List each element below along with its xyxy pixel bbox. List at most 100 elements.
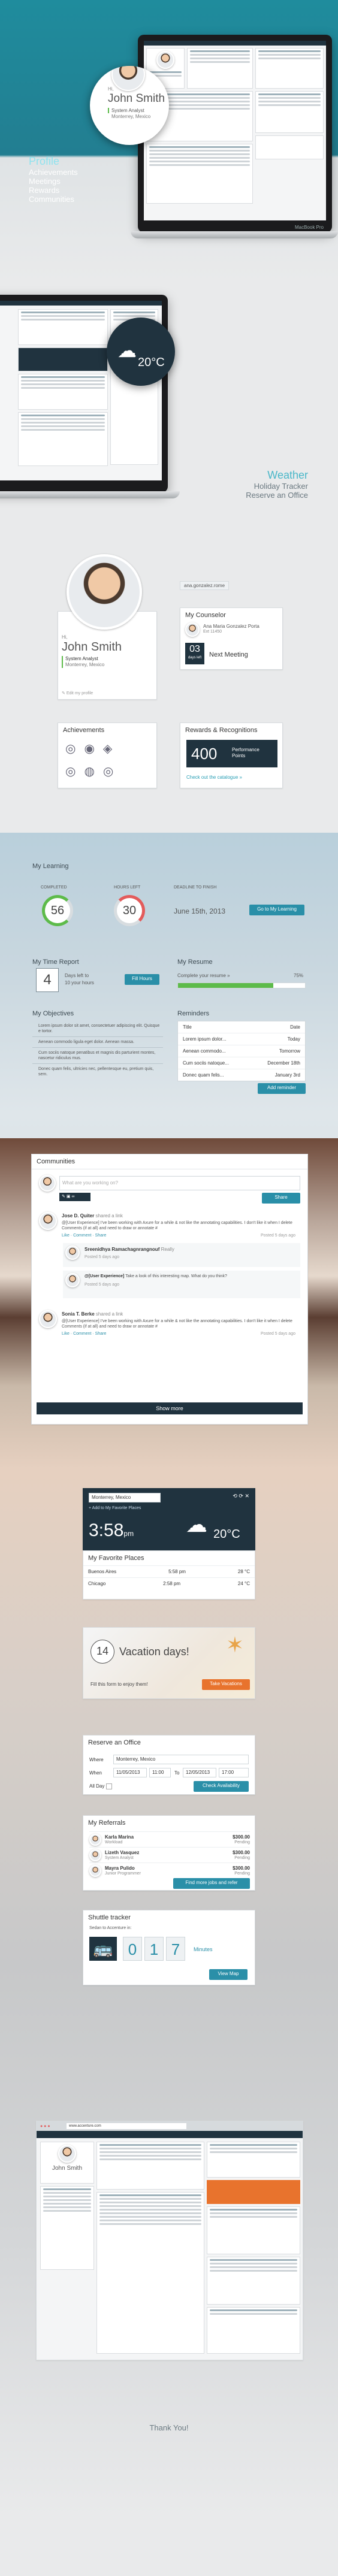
find-jobs-button[interactable]: Find more jobs and refer: [173, 1878, 250, 1889]
reminder-title: Donec quam felis...: [183, 1072, 224, 1078]
avatar: [89, 1849, 101, 1861]
points-label: Performance Points: [232, 747, 259, 758]
like-button[interactable]: Like: [62, 1332, 70, 1336]
avatar: [89, 1865, 101, 1877]
catalogue-link[interactable]: Check out the catalogue »: [186, 775, 242, 780]
objective-item[interactable]: Cum sociis natoque penatibus et magnis d…: [32, 1048, 163, 1064]
medal-icon[interactable]: ◉: [84, 742, 102, 755]
referral-row[interactable]: Karla Marina Workload $300.00 Pending: [89, 1831, 250, 1847]
resume-label[interactable]: Complete your resume »: [177, 973, 230, 978]
link-icon[interactable]: ∞: [71, 1195, 74, 1199]
share-button[interactable]: Share: [262, 1193, 300, 1204]
browser-url[interactable]: www.accenture.com: [67, 2123, 186, 2129]
check-availability-button[interactable]: Check Availability: [194, 1781, 249, 1792]
edit-profile-link[interactable]: ✎ Edit my profile: [62, 691, 93, 696]
objective-item[interactable]: Aenean commodo ligula eget dolor. Aenean…: [32, 1037, 163, 1048]
objective-item[interactable]: Donec quam felis, ultricies nec, pellent…: [32, 1064, 163, 1080]
image-icon[interactable]: ▣: [67, 1195, 71, 1199]
medal-icon[interactable]: ◈: [103, 742, 120, 755]
resume-percent: 75%: [294, 973, 304, 978]
starfish-icon: ✶: [225, 1632, 244, 1657]
medal-icon[interactable]: ◍: [84, 765, 102, 778]
reply-action: Really: [161, 1247, 174, 1252]
office-title: Reserve an Office: [88, 1739, 141, 1746]
weather-ampm: pm: [123, 1529, 134, 1538]
medal-icon[interactable]: ◎: [65, 742, 84, 755]
medal-icon[interactable]: ◎: [103, 765, 122, 778]
add-favorite-link[interactable]: + Add to My Favorite Places: [89, 1506, 141, 1510]
hours-ring: 30: [114, 895, 145, 926]
referral-row[interactable]: Mayra Pulido Junior Programmer $300.00 P…: [89, 1863, 250, 1878]
browser-profile: John Smith: [40, 2142, 94, 2184]
vacation-fill-text: Fill this form to enjoy them!: [90, 1682, 148, 1687]
reply-meta: Posted 5 days ago: [84, 1283, 119, 1287]
learning-title: My Learning: [32, 863, 69, 870]
resume-progress: [177, 982, 306, 988]
communities-card: Communities What are you working on? ✎ ▣…: [31, 1154, 308, 1425]
weather-nav-icons[interactable]: ⟲ ⟳ ✕: [233, 1493, 249, 1499]
place-time: 5:58 pm: [168, 1569, 186, 1574]
referral-amount: $300.00: [233, 1866, 250, 1871]
location-select[interactable]: Monterrey, Mexico: [89, 1493, 161, 1502]
window-controls[interactable]: ● ● ●: [40, 2124, 50, 2128]
reminder-date: January 3rd: [274, 1072, 300, 1078]
reply-author[interactable]: Sreenidhya Ramachagnrangnouf: [84, 1247, 159, 1252]
share-link[interactable]: Share: [95, 1332, 107, 1336]
take-vacations-button[interactable]: Take Vacations: [202, 1679, 250, 1690]
where-select[interactable]: Monterrey, Mexico: [113, 1755, 249, 1764]
resume-title: My Resume: [177, 959, 213, 966]
referral-row[interactable]: Lizeth Vasquez System Analyst $300.00 Pe…: [89, 1847, 250, 1863]
medal-icon[interactable]: ◎: [65, 765, 84, 778]
share-link[interactable]: Share: [95, 1233, 107, 1238]
allday-toggle[interactable]: All Day: [89, 1783, 112, 1789]
email-tab[interactable]: ana.gonzalez.rome: [180, 581, 230, 590]
view-map-button[interactable]: View Map: [209, 1969, 248, 1980]
profile-card: Hi, John Smith System Analyst Monterrey,…: [58, 554, 157, 700]
shuttle-title: Shuttle tracker: [88, 1914, 131, 1921]
post-input[interactable]: What are you working on?: [59, 1176, 300, 1190]
laptop-brand: MacBook Pro: [294, 225, 324, 230]
referral-name: Mayra Pulido: [105, 1866, 135, 1871]
reminder-row[interactable]: Cum sociis natoque... December 18th: [178, 1057, 305, 1069]
screen-topbar: [144, 41, 326, 46]
rewards-title: Rewards & Recognitions: [185, 727, 258, 734]
objective-item[interactable]: Lorem ipsum dolor sit amet, consectetuer…: [32, 1021, 163, 1037]
reminder-row[interactable]: Donec quam felis... January 3rd: [178, 1069, 305, 1081]
reply-author[interactable]: @[User Experience]: [84, 1274, 124, 1278]
add-reminder-button[interactable]: Add reminder: [258, 1083, 306, 1094]
place-row[interactable]: Chicago 2:58 pm 24 °C: [83, 1577, 255, 1589]
show-more-button[interactable]: Show more: [37, 1402, 303, 1414]
referral-amount: $300.00: [233, 1834, 250, 1840]
zoom-greeting: Hi,: [108, 86, 114, 92]
bus-icon: 🚌: [89, 1937, 117, 1961]
favorite-places-card: My Favorite Places Buenos Aires 5:58 pm 28…: [83, 1550, 255, 1600]
allday-label: All Day: [89, 1783, 105, 1789]
reply: Sreenidhya Ramachagnrangnouf Really Post…: [63, 1243, 300, 1267]
to-label: To: [174, 1770, 180, 1776]
vacation-days: 14: [96, 1645, 109, 1657]
to-date[interactable]: 12/05/2013: [183, 1768, 216, 1777]
favorite-places-title: My Favorite Places: [88, 1555, 144, 1562]
referral-name: Lizeth Vasquez: [105, 1850, 140, 1855]
go-to-learning-button[interactable]: Go to My Learning: [249, 905, 304, 915]
referral-amount: $300.00: [233, 1850, 250, 1855]
comment-button[interactable]: Comment: [73, 1332, 91, 1336]
like-button[interactable]: Like: [62, 1233, 70, 1238]
reminder-row[interactable]: Lorem ipsum dolor... Today: [178, 1033, 305, 1045]
edit-icon[interactable]: ✎: [62, 1195, 65, 1199]
reminder-row[interactable]: Aenean commodo... Tomorrow: [178, 1045, 305, 1057]
screen-calendar-card: [255, 48, 324, 89]
place-row[interactable]: Buenos Aires 5:58 pm 28 °C: [83, 1565, 255, 1577]
place-city: Buenos Aires: [88, 1569, 117, 1574]
browser-shuttle: [207, 2307, 300, 2354]
reminders-col-date: Date: [290, 1024, 300, 1030]
post-author[interactable]: Jose D. Quiter: [62, 1213, 94, 1219]
post-author[interactable]: Sonia T. Berke: [62, 1311, 95, 1317]
allday-checkbox[interactable]: [105, 1783, 112, 1789]
comment-button[interactable]: Comment: [73, 1233, 91, 1238]
from-date[interactable]: 11/05/2013: [113, 1768, 147, 1777]
fill-hours-button[interactable]: Fill Hours: [125, 974, 159, 985]
to-time[interactable]: 17:00: [219, 1768, 249, 1777]
avatar[interactable]: [67, 554, 142, 630]
from-time[interactable]: 11:00: [149, 1768, 171, 1777]
